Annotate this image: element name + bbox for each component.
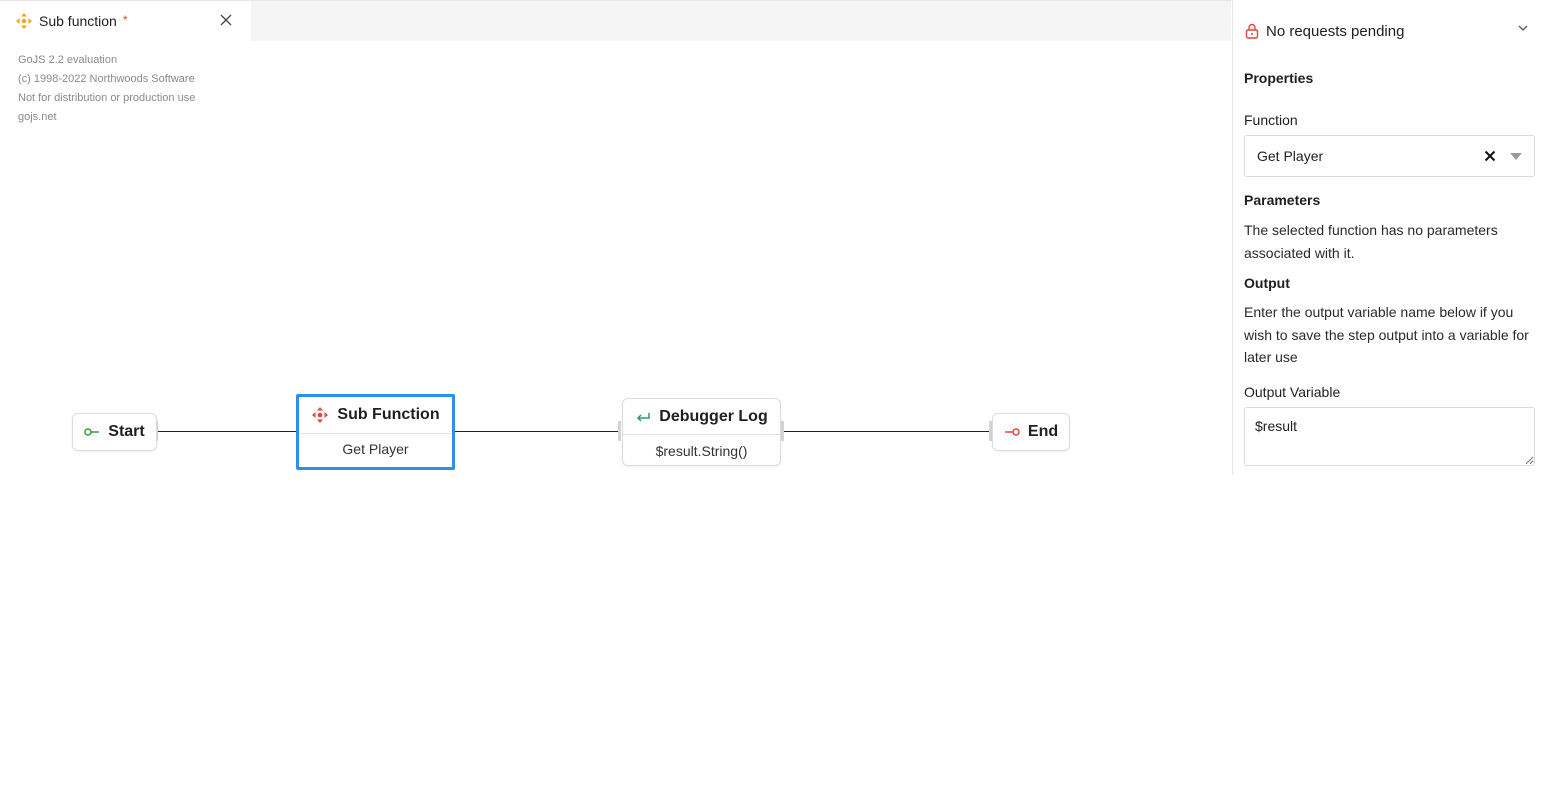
diagram-canvas[interactable]: GoJS 2.2 evaluation (c) 1998-2022 Northw… <box>0 40 1231 811</box>
sub-function-node[interactable]: Sub Function Get Player <box>296 394 455 470</box>
properties-title: Properties <box>1244 70 1314 86</box>
log-return-icon <box>635 411 651 423</box>
start-icon <box>84 427 100 437</box>
end-node[interactable]: End <box>992 413 1070 451</box>
unsaved-indicator: * <box>122 13 128 27</box>
parameters-description: The selected function has no parameters … <box>1244 222 1498 261</box>
tab-strip: Sub function * <box>0 0 1231 41</box>
function-select-value: Get Player <box>1257 148 1324 164</box>
sub-function-node-title: Sub Function <box>337 406 440 423</box>
debugger-log-node-header: Debugger Log <box>623 399 780 435</box>
sub-function-node-header: Sub Function <box>299 397 452 434</box>
parameters-title: Parameters <box>1244 192 1321 208</box>
debugger-log-node[interactable]: Debugger Log $result.String() <box>622 398 781 466</box>
watermark-line: gojs.net <box>18 111 57 123</box>
debugger-log-node-subtitle: $result.String() <box>655 442 748 459</box>
sub-function-icon <box>15 12 33 30</box>
close-icon[interactable] <box>219 13 233 27</box>
function-select[interactable]: Get Player <box>1244 135 1535 177</box>
sub-function-node-subtitle: Get Player <box>342 441 409 457</box>
chevron-down-icon[interactable] <box>1517 24 1529 32</box>
start-node[interactable]: Start <box>72 413 157 451</box>
output-variable-label: Output Variable <box>1244 384 1341 400</box>
output-title: Output <box>1244 275 1290 291</box>
port-debugger-log-in[interactable] <box>618 421 621 441</box>
link-sub-function-to-debugger-log[interactable] <box>455 431 620 432</box>
sub-function-icon <box>311 406 329 424</box>
function-label: Function <box>1244 112 1298 128</box>
lock-icon <box>1245 23 1259 39</box>
port-debugger-log-out[interactable] <box>781 421 784 441</box>
watermark-line: GoJS 2.2 evaluation <box>18 54 118 66</box>
tab-sub-function[interactable]: Sub function * <box>0 1 251 41</box>
tab-title: Sub function <box>39 13 117 29</box>
output-variable-field[interactable]: $result <box>1244 407 1535 466</box>
clear-icon[interactable] <box>1484 150 1496 162</box>
output-description: Enter the output variable name below if … <box>1244 304 1529 365</box>
dropdown-caret-icon[interactable] <box>1510 153 1522 160</box>
debugger-log-node-title: Debugger Log <box>659 407 768 425</box>
requests-dropdown[interactable]: No requests pending <box>1233 0 1542 62</box>
requests-status-text: No requests pending <box>1266 22 1405 40</box>
properties-panel: No requests pending Properties Function … <box>1232 0 1542 475</box>
start-node-label: Start <box>108 423 145 440</box>
end-icon <box>1004 427 1020 437</box>
link-start-to-sub-function[interactable] <box>158 431 297 432</box>
watermark-line: (c) 1998-2022 Northwoods Software <box>18 73 195 85</box>
watermark-line: Not for distribution or production use <box>18 92 196 104</box>
link-debugger-log-to-end[interactable] <box>782 431 990 432</box>
gojs-watermark: GoJS 2.2 evaluation (c) 1998-2022 Northw… <box>18 51 195 127</box>
end-node-label: End <box>1027 423 1059 440</box>
